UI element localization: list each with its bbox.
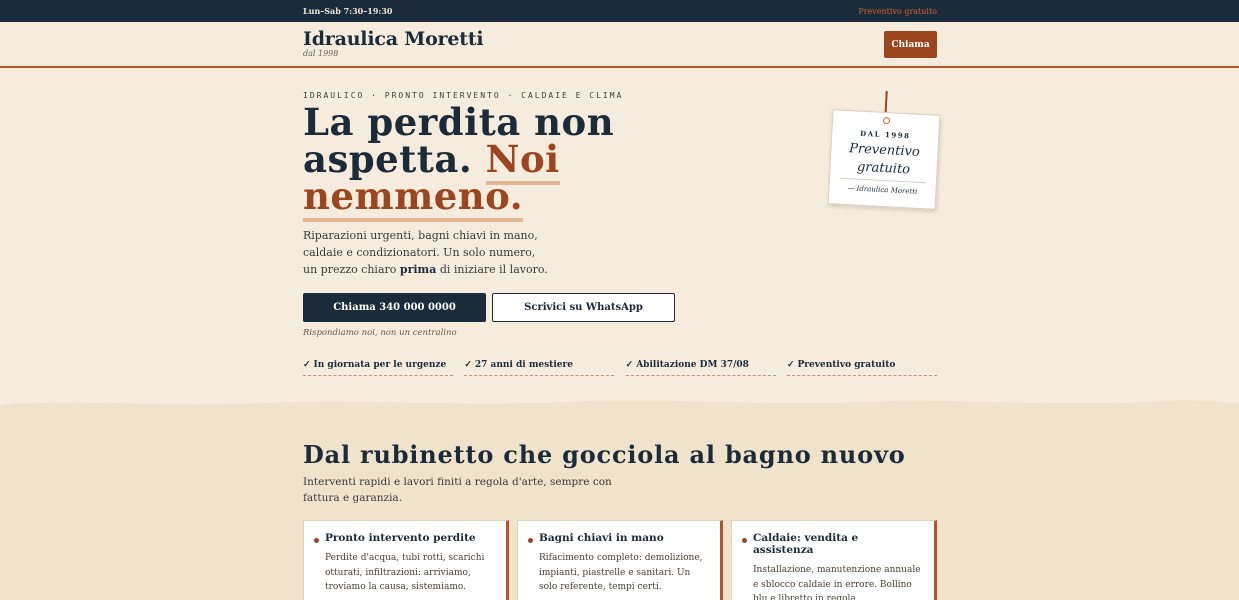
check-icon: ✓ [303,360,311,370]
tag-signature: — Idraulica Moretti [847,184,918,196]
top-bar: Lun–Sab 7:30–19:30 Preventivo gratuito [0,0,1239,22]
quote-tag-card: DAL 1998 Preventivo gratuito — Idraulica… [827,109,941,210]
hero-headline: La perdita non aspetta. Noi nemmeno. [303,104,623,222]
service-text: Rifacimento completo: demolizione, impia… [539,553,703,592]
headline-accent-2: nemmeno. [303,174,524,222]
services-subtitle: Interventi rapidi e lavori finiti a rego… [303,476,612,504]
call-button[interactable]: Chiama [884,31,937,58]
opening-hours: Lun–Sab 7:30–19:30 [303,6,393,16]
check-item: ✓ Preventivo gratuito [786,360,937,376]
hero-note: Rispondiamo noi, non un centralino [303,328,457,338]
tag-script: Preventivo gratuito [830,139,938,180]
check-label: In giornata per le urgenze [313,360,447,370]
bullet-icon [314,538,319,543]
service-title: Caldaie: vendita e assistenza [753,532,859,556]
headline-main: La perdita non aspetta. [303,100,615,181]
service-title: Pronto intervento perdite [325,532,476,544]
trust-checks: ✓ In giornata per le urgenze ✓ 27 anni d… [303,360,937,376]
check-icon: ✓ [464,360,472,370]
services-title: Dal rubinetto che gocciola al bagno nuov… [303,440,906,469]
check-label: Abilitazione DM 37/08 [636,360,749,370]
tag-hole [882,116,891,125]
lead-end: di iniziare il lavoro. [439,263,548,276]
service-cards: Pronto intervento perdite Perdite d'acqu… [303,520,937,600]
bullet-icon [742,538,747,543]
check-label: 27 anni di mestiere [474,360,573,370]
whatsapp-button[interactable]: Scrivici su WhatsApp [492,293,675,322]
bullet-icon [528,538,533,543]
brand-since: dal 1998 [303,49,339,58]
check-item: ✓ In giornata per le urgenze [303,360,453,376]
lead-bold: prima [399,263,437,276]
hero-lead: Riparazioni urgenti, bagni chiavi in man… [303,227,553,278]
brand-name[interactable]: Idraulica Moretti [303,28,484,50]
check-icon: ✓ [786,360,795,370]
service-card[interactable]: Pronto intervento perdite Perdite d'acqu… [303,520,509,600]
check-item: ✓ 27 anni di mestiere [464,360,615,376]
site-header: Idraulica Moretti dal 1998 Chiama [0,22,1239,68]
quote-link[interactable]: Preventivo gratuito [858,7,937,16]
service-title: Bagni chiavi in mano [539,532,664,544]
check-item: ✓ Abilitazione DM 37/08 [625,360,776,376]
service-card[interactable]: Bagni chiavi in mano Rifacimento complet… [517,520,723,600]
check-icon: ✓ [625,360,634,370]
service-text: Installazione, manutenzione annuale e sb… [753,565,921,600]
hero-kicker: IDRAULICO · PRONTO INTERVENTO · CALDAIE … [303,91,624,100]
call-phone-button[interactable]: Chiama 340 000 0000 [303,293,486,322]
check-label: Preventivo gratuito [797,360,896,370]
service-text: Perdite d'acqua, tubi rotti, scarichi ot… [325,553,485,592]
service-card[interactable]: Caldaie: vendita e assistenza Installazi… [731,520,937,600]
